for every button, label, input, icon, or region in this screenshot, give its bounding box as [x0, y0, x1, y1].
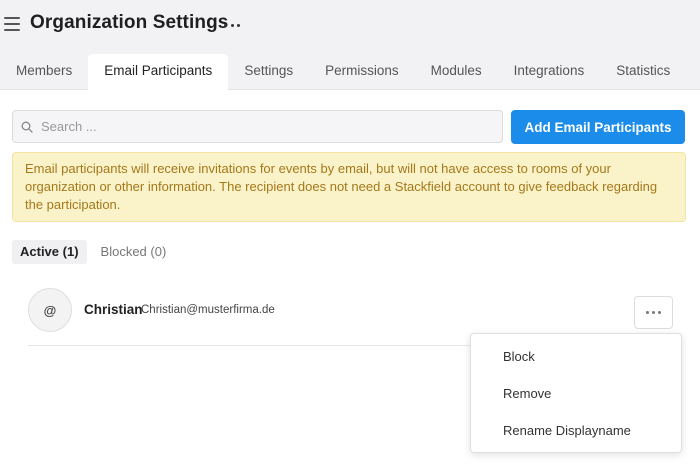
- tab-permissions[interactable]: Permissions: [309, 54, 415, 90]
- participant-filter-tabs: Active (1) Blocked (0): [12, 240, 180, 264]
- search-input[interactable]: [39, 118, 479, 135]
- tab-integrations[interactable]: Integrations: [498, 54, 601, 90]
- page-title: Organization Settings: [30, 12, 229, 33]
- menu-item-remove[interactable]: Remove: [471, 375, 681, 412]
- participant-context-menu: Block Remove Rename Displayname: [470, 333, 682, 453]
- tab-settings[interactable]: Settings: [228, 54, 309, 90]
- tab-statistics[interactable]: Statistics: [600, 54, 686, 90]
- participant-email: Christian@musterfirma.de: [141, 304, 275, 316]
- row-more-button[interactable]: [634, 296, 673, 329]
- tab-members[interactable]: Members: [0, 54, 88, 90]
- tab-modules[interactable]: Modules: [415, 54, 498, 90]
- menu-item-rename-displayname[interactable]: Rename Displayname: [471, 412, 681, 449]
- page-header: Organization Settings Members Email Part…: [0, 0, 700, 91]
- menu-item-block[interactable]: Block: [471, 338, 681, 375]
- avatar: @: [28, 288, 72, 332]
- add-email-participants-button[interactable]: Add Email Participants: [511, 110, 685, 144]
- more-horizontal-icon: [646, 311, 649, 314]
- search-icon: [21, 121, 33, 133]
- settings-tabs: Members Email Participants Settings Perm…: [0, 54, 686, 91]
- tab-email-participants[interactable]: Email Participants: [88, 54, 229, 91]
- search-box: [12, 110, 503, 143]
- tab-active[interactable]: Active (1): [12, 240, 87, 264]
- tab-blocked[interactable]: Blocked (0): [93, 240, 175, 264]
- participant-name: Christian: [84, 302, 143, 317]
- hamburger-icon[interactable]: [4, 16, 20, 32]
- info-notice: Email participants will receive invitati…: [12, 152, 686, 222]
- more-horizontal-icon[interactable]: [222, 15, 242, 35]
